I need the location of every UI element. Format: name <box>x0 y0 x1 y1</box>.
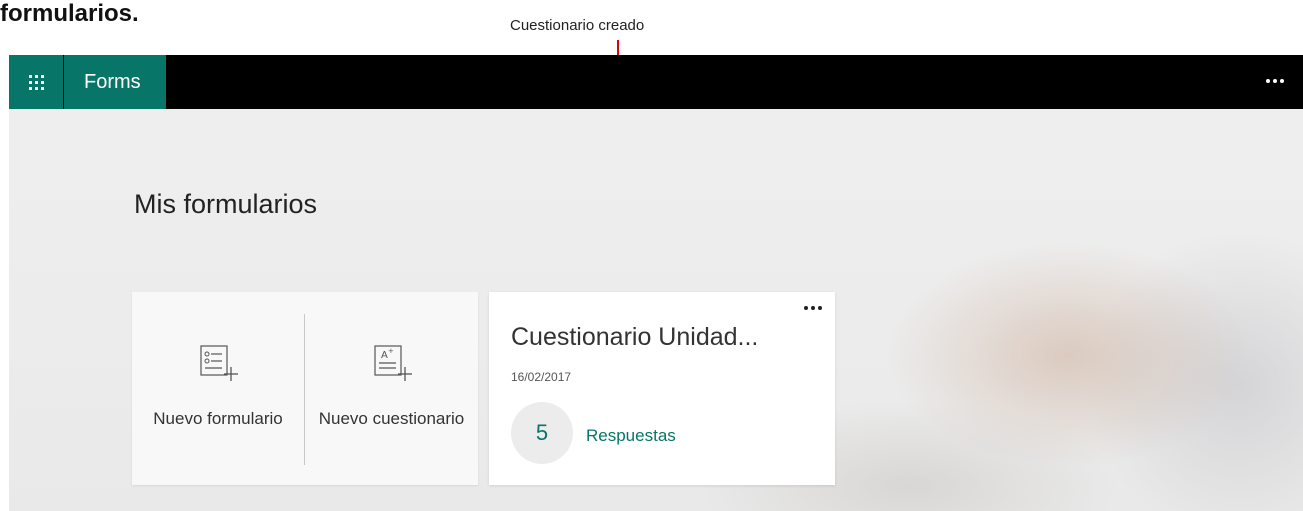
new-quiz-button[interactable]: A + Nuevo cuestionario <box>305 292 478 485</box>
new-form-label: Nuevo formulario <box>153 409 283 428</box>
top-bar: Forms <box>9 55 1303 109</box>
new-actions-panel: Nuevo formulario A + Nuevo cuestionario <box>132 292 478 485</box>
responses-count-badge: 5 <box>511 402 573 464</box>
form-card-title: Cuestionario Unidad... <box>511 323 759 351</box>
forms-app-screenshot: Forms Mis formularios Nuevo formulario A <box>9 55 1303 511</box>
form-card[interactable]: Cuestionario Unidad... 16/02/2017 5 Resp… <box>489 292 835 485</box>
new-quiz-icon: A + <box>373 345 412 381</box>
responses-link[interactable]: Respuestas <box>586 426 676 446</box>
svg-text:A: A <box>381 350 388 361</box>
card-more-options-icon[interactable] <box>799 298 827 318</box>
more-options-icon[interactable] <box>1261 67 1289 95</box>
new-form-button[interactable]: Nuevo formulario <box>132 292 304 485</box>
document-heading: formularios. <box>0 0 139 27</box>
svg-text:+: + <box>388 347 394 355</box>
app-name-link[interactable]: Forms <box>64 55 166 109</box>
page-title: Mis formularios <box>134 189 318 219</box>
form-card-date: 16/02/2017 <box>511 370 572 384</box>
app-launcher-button[interactable] <box>9 55 63 109</box>
callout-label: Cuestionario creado <box>510 17 645 34</box>
new-quiz-label: Nuevo cuestionario <box>318 409 465 428</box>
app-launcher-icon <box>28 74 44 90</box>
new-form-icon <box>200 345 238 381</box>
